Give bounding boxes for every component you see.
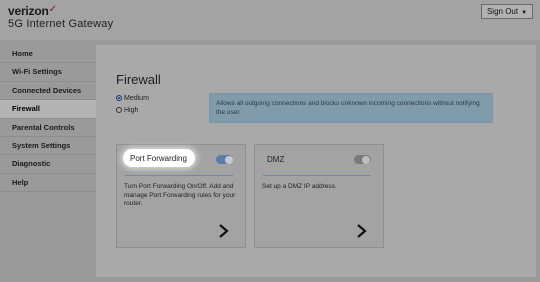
dmz-title: DMZ bbox=[267, 155, 285, 164]
sidebar-item-system-settings[interactable]: System Settings bbox=[0, 137, 96, 156]
sidebar-item-help[interactable]: Help bbox=[0, 174, 96, 193]
port-forwarding-card: Port Forwarding Turn Port Forwarding On/… bbox=[116, 144, 246, 248]
card-divider bbox=[263, 175, 371, 176]
sign-out-label: Sign Out bbox=[486, 7, 519, 16]
sign-out-button[interactable]: Sign Out ▼ bbox=[481, 4, 533, 19]
dmz-card: DMZ Set up a DMZ IP address. bbox=[254, 144, 384, 248]
radio-medium-label: Medium bbox=[124, 95, 149, 102]
brand-name: verizon bbox=[8, 4, 49, 18]
security-level-info: Allows all outgoing connections and bloc… bbox=[209, 93, 493, 123]
radio-high[interactable]: High bbox=[116, 107, 138, 114]
port-forwarding-toggle[interactable] bbox=[216, 155, 233, 164]
caret-down-icon: ▼ bbox=[521, 10, 528, 16]
app-title: 5G Internet Gateway bbox=[8, 18, 114, 30]
sidebar-item-firewall[interactable]: Firewall bbox=[0, 100, 96, 119]
sidebar-item-wifi-settings[interactable]: Wi-Fi Settings bbox=[0, 63, 96, 82]
card-divider bbox=[125, 175, 233, 176]
chevron-right-icon[interactable] bbox=[215, 223, 231, 239]
radio-high-label: High bbox=[124, 107, 139, 114]
port-forwarding-title: Port Forwarding bbox=[130, 154, 187, 163]
header: verizon✓ 5G Internet Gateway Sign Out ▼ bbox=[0, 0, 540, 40]
sidebar-item-connected-devices[interactable]: Connected Devices bbox=[0, 82, 96, 101]
brand-check-icon: ✓ bbox=[48, 4, 57, 15]
radio-medium[interactable]: Medium bbox=[116, 95, 149, 102]
port-forwarding-description: Turn Port Forwarding On/Off. Add and man… bbox=[124, 183, 236, 207]
sidebar-item-home[interactable]: Home bbox=[0, 45, 96, 64]
chevron-right-icon[interactable] bbox=[353, 223, 369, 239]
verizon-logo: verizon✓ bbox=[8, 4, 57, 18]
dmz-description: Set up a DMZ IP address. bbox=[262, 183, 337, 190]
sidebar: Home Wi-Fi Settings Connected Devices Fi… bbox=[0, 45, 96, 282]
page-title: Firewall bbox=[116, 72, 161, 87]
radio-selected-icon bbox=[116, 95, 122, 102]
sidebar-item-parental-controls[interactable]: Parental Controls bbox=[0, 119, 96, 137]
toggle-knob bbox=[362, 155, 370, 164]
main-panel: Firewall Medium High Allows all outgoing… bbox=[96, 45, 536, 277]
sidebar-item-diagnostic[interactable]: Diagnostic bbox=[0, 155, 96, 174]
radio-unselected-icon bbox=[116, 107, 122, 114]
toggle-knob bbox=[224, 155, 233, 164]
dmz-toggle[interactable] bbox=[354, 155, 371, 164]
